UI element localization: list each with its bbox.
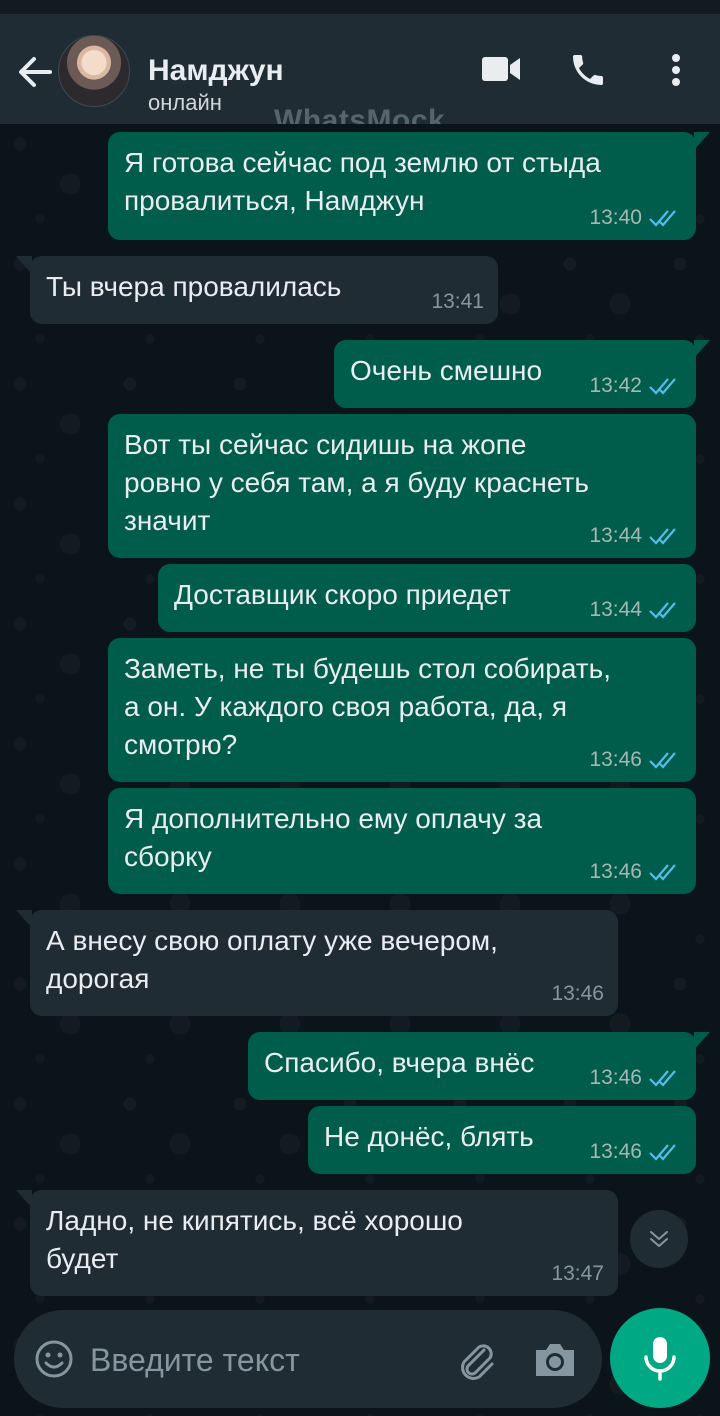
message-meta: 13:44: [589, 598, 682, 622]
message-meta: 13:42: [589, 374, 682, 398]
message-meta: 13:46: [589, 748, 682, 772]
read-ticks-icon: [649, 1070, 676, 1087]
mic-button[interactable]: [610, 1308, 710, 1408]
message-time: 13:44: [589, 524, 642, 547]
message-text: А внесу свою оплату уже вечером, дорогая: [46, 925, 498, 994]
contact-status: онлайн: [148, 90, 222, 115]
message-text: Вот ты сейчас сидишь на жопе ровно у себ…: [124, 429, 589, 536]
message-time: 13:46: [589, 1066, 642, 1089]
message-input[interactable]: Введите текст: [90, 1342, 300, 1379]
message-text: Я готова сейчас под землю от стыда прова…: [124, 147, 601, 216]
message-text: Очень смешно: [350, 355, 543, 386]
back-arrow-icon[interactable]: [14, 54, 54, 90]
message-time: 13:46: [589, 860, 642, 883]
message-text: Ладно, не кипятись, всё хорошо будет: [46, 1205, 463, 1274]
emoji-icon[interactable]: [34, 1339, 74, 1384]
message-bubble-outgoing[interactable]: Спасибо, вчера внёс 13:46: [248, 1032, 710, 1100]
message-bubble-outgoing[interactable]: Очень смешно 13:42: [334, 340, 710, 408]
message-text: Заметь, не ты будешь стол собирать, а он…: [124, 653, 611, 760]
message-time: 13:40: [589, 206, 642, 229]
read-ticks-icon: [649, 1144, 676, 1161]
message-text: Спасибо, вчера внёс: [264, 1047, 535, 1078]
message-bubble-outgoing[interactable]: Я дополнительно ему оплачу за сборку 13:…: [108, 788, 696, 894]
message-bubble-outgoing[interactable]: Не донёс, блять 13:46: [308, 1106, 696, 1174]
message-meta: 13:41: [431, 290, 484, 314]
message-meta: 13:46: [589, 1066, 682, 1090]
contact-name[interactable]: Намджун: [148, 54, 284, 88]
camera-icon[interactable]: [532, 1340, 578, 1385]
read-ticks-icon: [649, 864, 676, 881]
read-ticks-icon: [649, 602, 676, 619]
scroll-down-button[interactable]: [630, 1210, 688, 1268]
message-meta: 13:46: [589, 1140, 682, 1164]
read-ticks-icon: [649, 752, 676, 769]
message-input-bar[interactable]: Введите текст: [14, 1310, 602, 1408]
message-text: Не донёс, блять: [324, 1121, 534, 1152]
more-options-icon[interactable]: [668, 52, 684, 93]
message-bubble-incoming[interactable]: Ты вчера провалилась 13:41: [16, 256, 498, 324]
mic-icon: [644, 1337, 676, 1381]
video-call-icon[interactable]: [480, 54, 522, 89]
chat-header: Намджун онлайн WhatsMock: [0, 14, 720, 137]
message-time: 13:41: [431, 290, 484, 313]
message-time: 13:47: [551, 1262, 604, 1285]
read-ticks-icon: [649, 210, 676, 227]
message-bubble-outgoing[interactable]: Вот ты сейчас сидишь на жопе ровно у себ…: [108, 414, 696, 558]
message-time: 13:44: [589, 598, 642, 621]
message-meta: 13:40: [589, 206, 682, 230]
message-time: 13:46: [589, 1140, 642, 1163]
message-text: Ты вчера провалилась: [46, 271, 342, 302]
message-meta: 13:44: [589, 524, 682, 548]
message-bubble-incoming[interactable]: А внесу свою оплату уже вечером, дорогая…: [16, 910, 618, 1016]
status-bar: [0, 0, 720, 14]
avatar[interactable]: [58, 35, 130, 107]
read-ticks-icon: [649, 378, 676, 395]
message-text: Я дополнительно ему оплачу за сборку: [124, 803, 543, 872]
message-meta: 13:46: [589, 860, 682, 884]
message-bubble-outgoing[interactable]: Заметь, не ты будешь стол собирать, а он…: [108, 638, 696, 782]
message-bubble-outgoing[interactable]: Доставщик скоро приедет 13:44: [158, 564, 696, 632]
message-bubble-incoming[interactable]: Ладно, не кипятись, всё хорошо будет 13:…: [16, 1190, 618, 1296]
message-text: Доставщик скоро приедет: [174, 579, 511, 610]
message-time: 13:46: [589, 748, 642, 771]
message-time: 13:42: [589, 374, 642, 397]
message-meta: 13:46: [551, 982, 604, 1006]
read-ticks-icon: [649, 528, 676, 545]
chevron-double-down-icon: [650, 1231, 668, 1247]
message-time: 13:46: [551, 982, 604, 1005]
voice-call-icon[interactable]: [568, 50, 608, 95]
attach-icon[interactable]: [454, 1338, 498, 1387]
message-bubble-outgoing[interactable]: Я готова сейчас под землю от стыда прова…: [108, 132, 710, 240]
message-meta: 13:47: [551, 1262, 604, 1286]
